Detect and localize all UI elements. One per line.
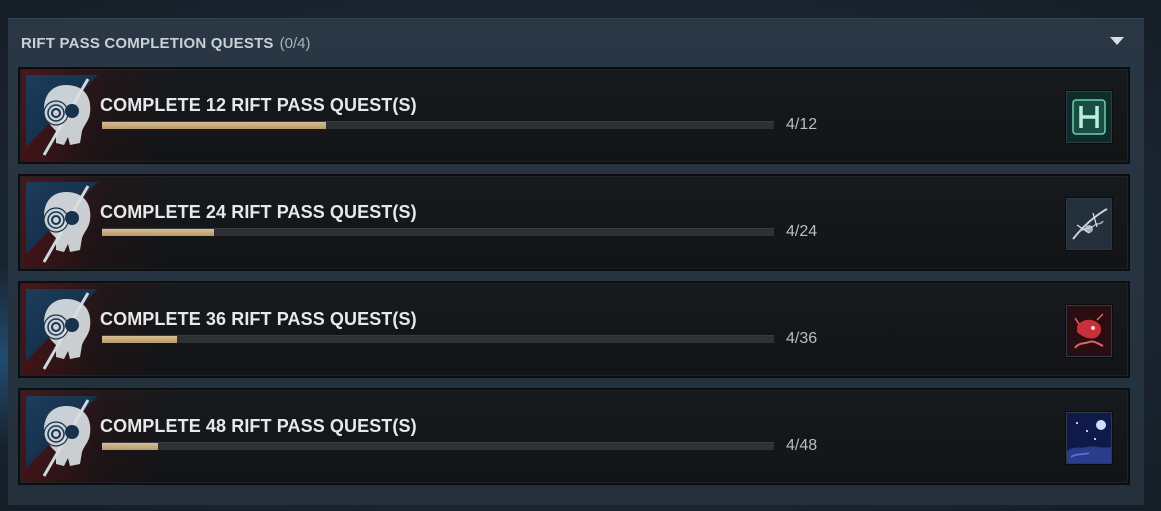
progress-fill — [102, 122, 326, 129]
quest-row: COMPLETE 36 RIFT PASS QUEST(S) 4/36 — [18, 281, 1130, 378]
progress-bar — [102, 335, 774, 343]
section-title: RIFT PASS COMPLETION QUESTS — [21, 34, 274, 52]
progress-fill — [102, 336, 177, 343]
hand-sketch-icon[interactable] — [1066, 198, 1112, 250]
quest-title: COMPLETE 12 RIFT PASS QUEST(S) — [100, 95, 417, 115]
collapse-chevron-icon[interactable] — [1110, 37, 1124, 45]
quest-panel: RIFT PASS COMPLETION QUESTS (0/4) COMPLE… — [8, 18, 1144, 505]
skull-emblem-icon — [26, 75, 102, 157]
skull-emblem-icon — [26, 396, 102, 478]
red-creature-icon[interactable] — [1066, 305, 1112, 357]
progress-bar — [102, 228, 774, 236]
skull-emblem-icon — [26, 289, 102, 371]
progress-bar — [102, 442, 774, 450]
quest-title: COMPLETE 48 RIFT PASS QUEST(S) — [100, 416, 417, 436]
progress-count: 4/36 — [786, 330, 818, 347]
progress-count: 4/48 — [786, 437, 818, 454]
quest-row: COMPLETE 12 RIFT PASS QUEST(S) 4/12 — [18, 67, 1130, 164]
letter-h-tile-icon[interactable] — [1066, 91, 1112, 143]
quest-row: COMPLETE 24 RIFT PASS QUEST(S) 4/24 — [18, 174, 1130, 271]
night-sky-icon[interactable] — [1066, 412, 1112, 464]
skull-emblem-icon — [26, 182, 102, 264]
quest-title: COMPLETE 36 RIFT PASS QUEST(S) — [100, 309, 417, 329]
progress-count: 4/24 — [786, 223, 818, 240]
quest-title: COMPLETE 24 RIFT PASS QUEST(S) — [100, 202, 417, 222]
panel-header: RIFT PASS COMPLETION QUESTS (0/4) — [21, 33, 310, 53]
quest-row: COMPLETE 48 RIFT PASS QUEST(S) 4/48 — [18, 388, 1130, 485]
progress-fill — [102, 443, 158, 450]
section-count: (0/4) — [279, 34, 311, 52]
progress-bar — [102, 121, 774, 129]
progress-count: 4/12 — [786, 116, 818, 133]
progress-fill — [102, 229, 215, 236]
